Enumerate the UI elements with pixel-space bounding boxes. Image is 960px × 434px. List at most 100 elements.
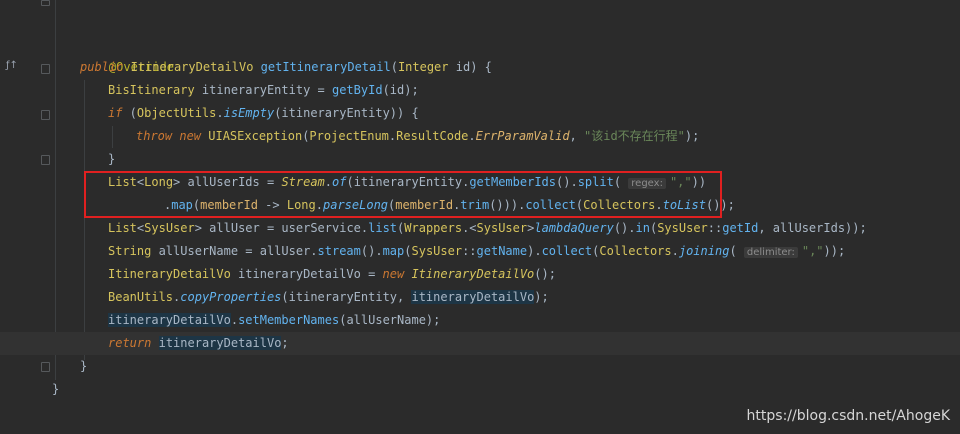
gt: >: [194, 221, 202, 235]
paren: (: [390, 60, 398, 74]
var-decl: itineraryDetailVo =: [230, 267, 383, 281]
fold-marker[interactable]: [41, 0, 50, 6]
call-in: in: [635, 221, 650, 235]
paren-brace: ) {: [470, 60, 492, 74]
param-hint-delimiter: delimiter:: [743, 247, 798, 258]
override-icon[interactable]: ƒ↑: [6, 60, 18, 71]
args: (itineraryEntity,: [281, 290, 412, 304]
call-setmembernames: setMemberNames: [238, 313, 340, 327]
type-sysuser: SysUser: [411, 244, 463, 258]
code-line-allusername[interactable]: String allUserName = allUser.stream().ma…: [108, 240, 845, 263]
end: );: [684, 129, 700, 143]
mid: ().: [613, 221, 636, 235]
dot: .: [216, 106, 224, 120]
class-beanutils: BeanUtils: [108, 290, 174, 304]
code-line-set-member-names[interactable]: itineraryDetailVo.setMemberNames(allUser…: [108, 309, 440, 332]
call-stream: stream: [317, 244, 361, 258]
paren: (: [404, 244, 412, 258]
code-line-throw[interactable]: throw new UIASException(ProjectEnum.Resu…: [136, 125, 699, 148]
watermark: https://blog.csdn.net/AhogeK: [746, 408, 950, 424]
code-line-close-class[interactable]: }: [52, 378, 59, 401]
rest: (itineraryEntity)) {: [274, 106, 419, 120]
keyword-throw: throw: [136, 129, 173, 143]
type-bisitinerary: BisItinerary: [108, 83, 195, 97]
ref-getname: getName: [476, 244, 528, 258]
keyword-if: if: [108, 106, 123, 120]
code-line-new-vo[interactable]: ItineraryDetailVo itineraryDetailVo = ne…: [108, 263, 556, 286]
var-decl: itineraryEntity =: [194, 83, 332, 97]
code-line-copy-properties[interactable]: BeanUtils.copyProperties(itineraryEntity…: [108, 286, 549, 309]
keyword-new: new: [172, 129, 202, 143]
end: ();: [534, 267, 556, 281]
fold-marker[interactable]: [41, 362, 50, 372]
end: (allUserName);: [339, 313, 441, 327]
end: ;: [281, 336, 289, 350]
keyword-new: new: [382, 267, 405, 281]
fold-marker[interactable]: [41, 110, 50, 120]
indent-guide: [112, 126, 113, 148]
code-line-method-signature[interactable]: public ItineraryDetailVo getItineraryDet…: [80, 56, 492, 79]
mid: ().: [360, 244, 383, 258]
param-type: Integer: [397, 60, 449, 74]
class-uiasexception: UIASException: [201, 129, 303, 143]
paren: (: [122, 106, 137, 120]
fold-marker[interactable]: [41, 155, 50, 165]
highlighted-usage: itineraryDetailVo: [158, 336, 282, 350]
ref-getid: getId: [722, 221, 759, 235]
class-resultcode: ResultCode: [396, 129, 469, 143]
call-lambdaquery: lambdaQuery: [534, 221, 614, 235]
indent-guide: [55, 0, 56, 380]
method-ref: ::: [462, 244, 477, 258]
mid: ).: [527, 244, 542, 258]
string-comma: ",": [801, 244, 824, 258]
dot: .: [468, 129, 476, 143]
brace: }: [108, 152, 116, 166]
type-sysuser: SysUser: [144, 221, 195, 235]
brace: }: [80, 359, 88, 373]
paren: (: [729, 244, 744, 258]
call-joining: joining: [678, 244, 730, 258]
end: ));: [823, 244, 846, 258]
var-decl: allUserName = allUser.: [151, 244, 318, 258]
call-collect: collect: [541, 244, 593, 258]
class-wrappers: Wrappers: [404, 221, 463, 235]
fold-marker[interactable]: [41, 64, 50, 74]
args: (id);: [382, 83, 419, 97]
method-name: getItineraryDetail: [260, 60, 391, 74]
type-sysuser: SysUser: [657, 221, 708, 235]
end: , allUserIds));: [758, 221, 867, 235]
keyword-public: public: [80, 60, 124, 74]
highlighted-usage: itineraryDetailVo: [411, 290, 535, 304]
code-line-close-if[interactable]: }: [108, 148, 115, 171]
highlight-box: [84, 171, 722, 218]
type-sysuser: SysUser: [476, 221, 528, 235]
code-line-annotation[interactable]: @Override: [80, 33, 174, 74]
enum-errparamvalid: ErrParamValid: [475, 129, 570, 143]
class-collectors: Collectors: [599, 244, 672, 258]
highlighted-usage: itineraryDetailVo: [108, 313, 231, 327]
code-line-get-entity[interactable]: BisItinerary itineraryEntity = getById(i…: [108, 79, 419, 102]
call-getbyid: getById: [331, 83, 383, 97]
type-string: String: [108, 244, 152, 258]
call-copyproperties: copyProperties: [180, 290, 282, 304]
var-decl: allUser = userService.: [201, 221, 369, 235]
call-list: list: [368, 221, 398, 235]
param-name: id: [448, 60, 471, 74]
call-isempty: isEmpty: [223, 106, 275, 120]
keyword-return: return: [108, 336, 152, 350]
code-line-return[interactable]: return itineraryDetailVo;: [108, 332, 289, 355]
return-type: ItineraryDetailVo: [130, 60, 254, 74]
editor-gutter[interactable]: ƒ↑: [0, 0, 58, 434]
indent-guide: [84, 80, 85, 360]
class-objectutils: ObjectUtils: [136, 106, 217, 120]
dot: .: [230, 313, 239, 327]
code-editor[interactable]: ƒ↑ @Override public ItineraryDetailVo ge…: [0, 0, 960, 434]
code-line-if[interactable]: if (ObjectUtils.isEmpty(itineraryEntity)…: [108, 102, 419, 125]
lt: <: [469, 221, 477, 235]
code-line-alluser[interactable]: List<SysUser> allUser = userService.list…: [108, 217, 867, 240]
end: );: [534, 290, 549, 304]
type-itinerarydetailvo: ItineraryDetailVo: [108, 267, 231, 281]
method-ref: ::: [707, 221, 723, 235]
code-line-close-method[interactable]: }: [80, 355, 87, 378]
